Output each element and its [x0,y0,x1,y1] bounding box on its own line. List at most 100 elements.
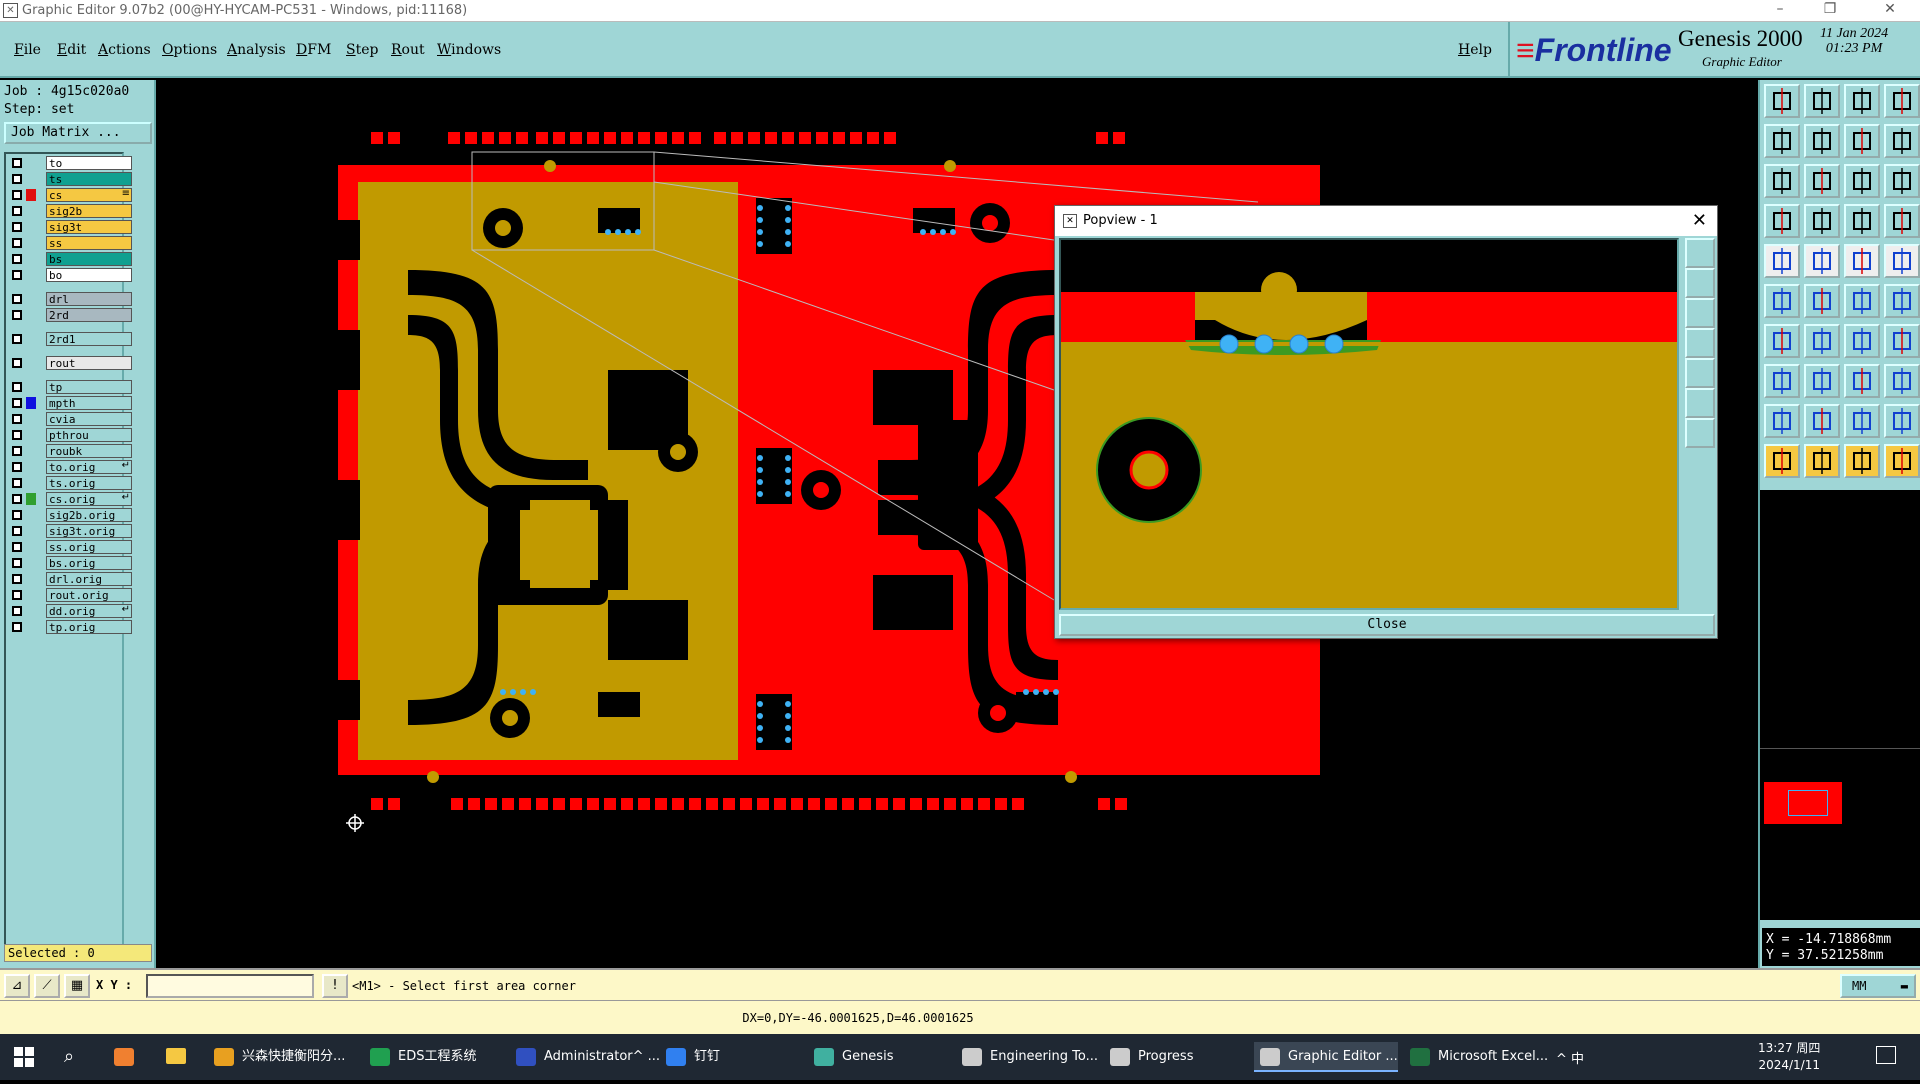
layer-checkbox[interactable] [12,494,22,504]
layer-checkbox[interactable] [12,270,22,280]
pointer-2-icon[interactable] [1804,444,1840,478]
net-red-2-icon[interactable] [1884,204,1920,238]
split-view-icon[interactable] [1884,84,1920,118]
popview-fit-icon[interactable] [1685,388,1715,418]
layer-row[interactable]: sig2b.orig [10,508,132,522]
pan-left-icon[interactable] [1764,124,1800,158]
layer-checkbox[interactable] [12,238,22,248]
taskbar-item[interactable]: 兴森快捷衡阳分... [208,1042,352,1072]
layer-name[interactable]: ss [46,236,132,250]
navigator-thumbnail[interactable] [1764,782,1842,824]
layer-row[interactable]: drl [10,292,132,306]
menu-help[interactable]: Help [1458,42,1492,58]
layer-name[interactable]: roubk [46,444,132,458]
layer-checkbox[interactable] [12,622,22,632]
popview-pan-right-icon[interactable] [1685,358,1715,388]
layer-row[interactable]: drl.orig [10,572,132,586]
taskbar-item[interactable]: Progress [1104,1042,1248,1072]
layer-name[interactable]: sig2b [46,204,132,218]
layer-row[interactable]: to.orig ↵ [10,460,132,474]
center-icon[interactable] [1804,164,1840,198]
pan-right-icon[interactable] [1804,124,1840,158]
layer-checkbox[interactable] [12,606,22,616]
layer-row[interactable]: ts.orig [10,476,132,490]
a-icon[interactable] [1804,404,1840,438]
layer-row[interactable]: tp.orig [10,620,132,634]
layer-checkbox[interactable] [12,190,22,200]
mirror-icon[interactable] [1884,324,1920,358]
menu-analysis[interactable]: Analysis [227,42,286,58]
taskbar-item[interactable]: EDS工程系统 [364,1042,508,1072]
units-selector[interactable]: MM ▬ [1840,974,1916,998]
layer-name[interactable]: sig3t [46,220,132,234]
a-2-icon[interactable] [1844,404,1880,438]
layer-row[interactable]: roubk [10,444,132,458]
pointer-3-icon[interactable] [1844,444,1880,478]
popview-center-icon[interactable] [1685,418,1715,448]
layer-name[interactable]: pthrou [46,428,132,442]
menu-edit[interactable]: Edit [57,42,86,58]
layer-name[interactable]: mpth [46,396,132,410]
grid-icon[interactable]: ▦ [64,974,90,998]
info-icon[interactable]: ! [322,974,348,998]
layer-row[interactable]: tp [10,380,132,394]
taskbar-item[interactable]: 钉钉 [660,1042,804,1072]
layer-name[interactable]: tp.orig [46,620,132,634]
close-window-button[interactable]: ✕ [1870,1,1910,17]
layer-checkbox[interactable] [12,382,22,392]
layer-name[interactable]: cs.orig [46,492,132,506]
layer-name[interactable]: sig3t.orig [46,524,132,538]
layer-row[interactable]: rout.orig [10,588,132,602]
layer-name[interactable]: ts [46,172,132,186]
layer-row[interactable]: pthrou [10,428,132,442]
pointer-4-icon[interactable] [1884,444,1920,478]
popview-close-icon[interactable]: ✕ [1692,210,1707,231]
layer-row[interactable]: mpth [10,396,132,410]
layer-checkbox[interactable] [12,294,22,304]
diag-icon[interactable] [1804,324,1840,358]
layer-checkbox[interactable] [12,430,22,440]
layer-name[interactable]: bs.orig [46,556,132,570]
layer-checkbox[interactable] [12,590,22,600]
layer-checkbox[interactable] [12,462,22,472]
layer-checkbox[interactable] [12,398,22,408]
measure-icon[interactable] [1804,204,1840,238]
popview-window[interactable]: ✕ Popview - 1 ✕ Close [1054,205,1718,639]
taskbar-item[interactable]: Administrator^ ... [510,1042,660,1072]
taskbar-item[interactable]: Engineering To... [956,1042,1100,1072]
menu-dfm[interactable]: DFM [296,42,331,58]
taskbar-item[interactable]: Microsoft Excel... [1404,1042,1548,1072]
layer-checkbox[interactable] [12,334,22,344]
file-explorer-icon[interactable] [160,1042,192,1072]
node-icon[interactable] [1764,364,1800,398]
popview-canvas[interactable] [1059,238,1679,610]
layer-name[interactable]: rout.orig [46,588,132,602]
menu-options[interactable]: Options [162,42,217,58]
layer-row[interactable]: cs ≡ [10,188,132,202]
layer-name[interactable]: to [46,156,132,170]
popview-close-button[interactable]: Close [1059,614,1715,636]
layer-checkbox[interactable] [12,358,22,368]
layer-checkbox[interactable] [12,446,22,456]
triangle-icon[interactable] [1764,404,1800,438]
taskbar-item[interactable]: Genesis [808,1042,952,1072]
layer-checkbox[interactable] [12,174,22,184]
start-button[interactable] [4,1042,44,1072]
layer-row[interactable]: bs [10,252,132,266]
layer-row[interactable]: cvia [10,412,132,426]
search-icon[interactable]: ⌕ [54,1042,94,1072]
arc-icon[interactable] [1844,284,1880,318]
layer-name[interactable]: rout [46,356,132,370]
layer-checkbox[interactable] [12,510,22,520]
taskbar-clock[interactable]: 13:27 周四 2024/1/11 [1758,1040,1820,1074]
layer-checkbox[interactable] [12,558,22,568]
pointer-icon[interactable] [1764,444,1800,478]
layer-name[interactable]: bs [46,252,132,266]
layer-row[interactable]: sig2b [10,204,132,218]
layer-checkbox[interactable] [12,526,22,536]
layer-row[interactable]: sig3t [10,220,132,234]
net-red-icon[interactable] [1844,204,1880,238]
layer-checkbox[interactable] [12,478,22,488]
layer-checkbox[interactable] [12,158,22,168]
layer-checkbox[interactable] [12,414,22,424]
